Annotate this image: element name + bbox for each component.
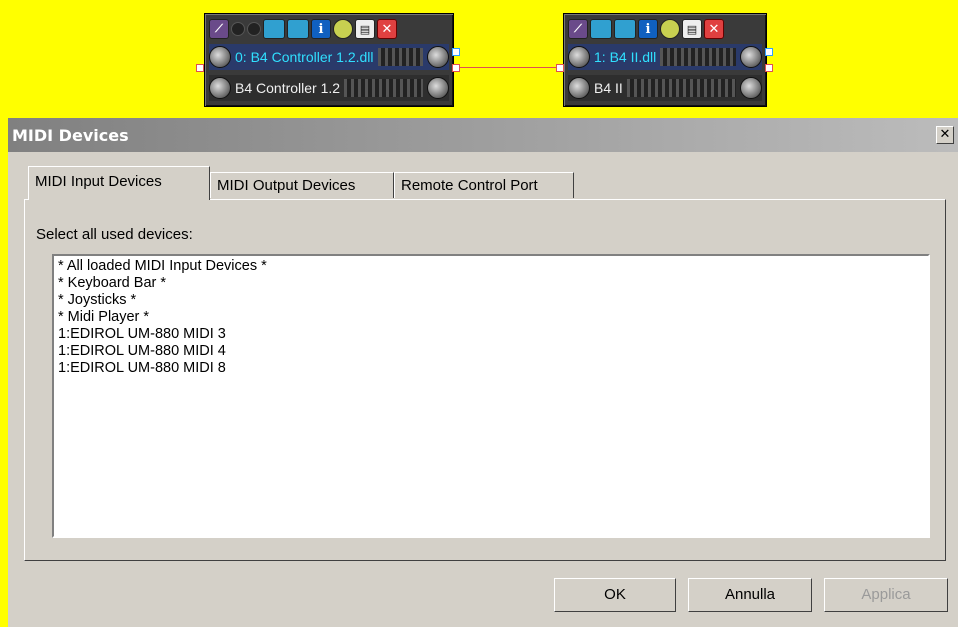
close-icon[interactable]: ✕	[704, 19, 724, 39]
led-icon	[231, 22, 245, 36]
title-bar[interactable]: MIDI Devices ✕	[8, 118, 958, 152]
module-name-row: B4 Controller 1.2	[209, 75, 449, 101]
midi-devices-dialog: MIDI Devices ✕ MIDI Input Devices MIDI O…	[8, 118, 958, 627]
mixer-icon[interactable]: ▤	[682, 19, 702, 39]
module-name: B4 II	[594, 80, 623, 96]
tab-midi-input-devices[interactable]: MIDI Input Devices	[28, 166, 210, 200]
audio-jack-icon	[568, 77, 590, 99]
ok-button[interactable]: OK	[554, 578, 676, 612]
keyboard-strip	[626, 79, 736, 97]
audio-jack-icon	[427, 77, 449, 99]
list-item[interactable]: 1:EDIROL UM-880 MIDI 8	[58, 360, 924, 377]
link-icon[interactable]: ⟋	[209, 19, 229, 39]
module-b4-controller[interactable]: ⟋ i ▤ ✕ 0: B4 Controller 1.2.dll B4 Cont…	[204, 13, 454, 107]
module-toolbar: ⟋ i ▤ ✕	[568, 17, 762, 41]
output-port[interactable]	[765, 48, 773, 56]
list-item[interactable]: 1:EDIROL UM-880 MIDI 4	[58, 343, 924, 360]
module-name: B4 Controller 1.2	[235, 80, 341, 96]
list-item[interactable]: * Keyboard Bar *	[58, 275, 924, 292]
midi-in-icon[interactable]	[263, 19, 285, 39]
midi-jack-icon	[740, 46, 762, 68]
midi-out-icon[interactable]	[614, 19, 636, 39]
list-item[interactable]: * All loaded MIDI Input Devices *	[58, 258, 924, 275]
close-icon[interactable]: ✕	[377, 19, 397, 39]
link-icon[interactable]: ⟋	[568, 19, 588, 39]
list-item[interactable]: * Joysticks *	[58, 292, 924, 309]
tab-remote-control-port[interactable]: Remote Control Port	[394, 172, 574, 198]
audio-jack-icon	[209, 77, 231, 99]
list-item[interactable]: * Midi Player *	[58, 309, 924, 326]
keyboard-strip	[344, 79, 423, 97]
tab-midi-output-devices[interactable]: MIDI Output Devices	[210, 172, 394, 198]
keyboard-strip	[377, 48, 423, 66]
input-port[interactable]	[196, 64, 204, 72]
midi-in-icon[interactable]	[590, 19, 612, 39]
module-name-row: B4 II	[568, 75, 762, 101]
info-icon[interactable]: i	[311, 19, 331, 39]
midi-jack-icon	[209, 46, 231, 68]
module-rack: ⟋ i ▤ ✕ 0: B4 Controller 1.2.dll B4 Cont…	[0, 0, 958, 114]
output-port[interactable]	[452, 48, 460, 56]
input-port[interactable]	[556, 64, 564, 72]
close-icon[interactable]: ✕	[936, 126, 954, 144]
mixer-icon[interactable]: ▤	[355, 19, 375, 39]
connection-wire	[454, 67, 562, 68]
output-port[interactable]	[765, 64, 773, 72]
apply-button[interactable]: Applica	[824, 578, 948, 612]
knob-icon[interactable]	[660, 19, 680, 39]
module-dll-name: 1: B4 II.dll	[594, 49, 657, 65]
list-item[interactable]: 1:EDIROL UM-880 MIDI 3	[58, 326, 924, 343]
keyboard-strip	[660, 48, 736, 66]
cancel-button[interactable]: Annulla	[688, 578, 812, 612]
device-listbox[interactable]: * All loaded MIDI Input Devices * * Keyb…	[52, 254, 930, 538]
module-dll-name: 0: B4 Controller 1.2.dll	[235, 49, 374, 65]
audio-jack-icon	[740, 77, 762, 99]
midi-jack-icon	[427, 46, 449, 68]
midi-out-icon[interactable]	[287, 19, 309, 39]
output-port[interactable]	[452, 64, 460, 72]
module-title-row: 0: B4 Controller 1.2.dll	[209, 44, 449, 70]
midi-jack-icon	[568, 46, 590, 68]
select-devices-label: Select all used devices:	[36, 226, 193, 243]
led-icon	[247, 22, 261, 36]
module-toolbar: ⟋ i ▤ ✕	[209, 17, 449, 41]
knob-icon[interactable]	[333, 19, 353, 39]
module-b4-ii[interactable]: ⟋ i ▤ ✕ 1: B4 II.dll B4 II	[563, 13, 767, 107]
dialog-title: MIDI Devices	[12, 126, 129, 145]
module-title-row: 1: B4 II.dll	[568, 44, 762, 70]
info-icon[interactable]: i	[638, 19, 658, 39]
